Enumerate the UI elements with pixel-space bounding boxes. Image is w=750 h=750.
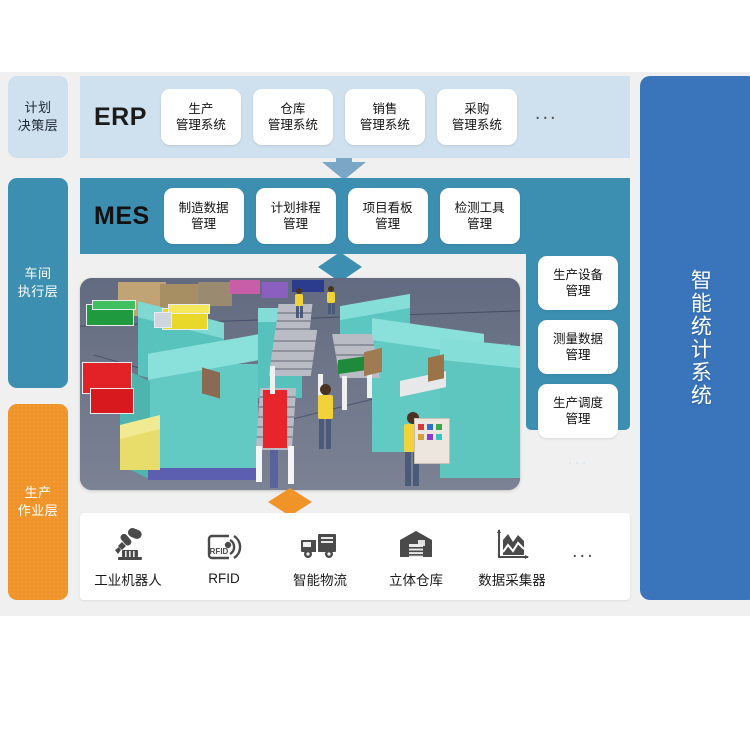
chart-data-icon — [492, 525, 532, 565]
mes-side-more-ellipsis[interactable]: ... — [526, 448, 630, 469]
layer-production-operation[interactable]: 生产 作业层 — [8, 404, 68, 600]
mes-module-production-equipment-line1: 生产设备 — [552, 267, 603, 282]
scene-conveyor-leg — [342, 376, 347, 410]
erp-module-sales-line2: 管理系统 — [359, 118, 410, 132]
scene-crate-gray — [154, 312, 172, 328]
mes-module-project-kanban-line2: 管理 — [375, 217, 401, 231]
device-stereo-warehouse[interactable]: 立体仓库 — [368, 525, 464, 589]
scene-crate-yellow — [168, 304, 210, 314]
device-rfid-label: RFID — [208, 571, 240, 586]
warehouse-icon — [396, 525, 436, 565]
factory-3d-scene — [80, 278, 520, 490]
scene-conveyor-leg — [256, 446, 262, 482]
mes-module-manufacturing-data-line1: 制造数据 — [178, 200, 229, 215]
mes-module-manufacturing-data-line2: 管理 — [191, 217, 217, 231]
device-industrial-robot[interactable]: 工业机器人 — [80, 525, 176, 589]
scene-panel-button — [418, 434, 424, 440]
erp-more-ellipsis[interactable]: ... — [535, 103, 558, 131]
erp-module-production[interactable]: 生产 管理系统 — [160, 89, 241, 145]
layer-plan-line1: 计划 — [24, 100, 52, 116]
erp-module-production-line1: 生产 — [188, 101, 214, 116]
mes-module-inspection-tools-line2: 管理 — [467, 217, 493, 231]
arrow-scene-devices — [268, 488, 312, 516]
scene-red-product — [263, 390, 287, 448]
mes-module-planning-scheduling[interactable]: 计划排程 管理 — [255, 188, 336, 244]
device-data-collector-label: 数据采集器 — [478, 572, 546, 588]
device-data-collector[interactable]: 数据采集器 — [464, 525, 560, 589]
mes-title: MES — [94, 201, 150, 230]
erp-module-warehouse-line1: 仓库 — [280, 101, 306, 116]
device-smart-logistics-label: 智能物流 — [293, 572, 347, 588]
mes-module-inspection-tools-line1: 检测工具 — [454, 200, 505, 215]
mes-module-planning-scheduling-line1: 计划排程 — [270, 200, 321, 215]
mes-module-project-kanban[interactable]: 项目看板 管理 — [347, 188, 428, 244]
mes-module-measurement-data[interactable]: 测量数据 管理 — [538, 320, 618, 374]
scene-crate-green — [92, 300, 136, 310]
layer-shop-line2: 执行层 — [17, 284, 59, 299]
mes-module-planning-scheduling-line2: 管理 — [283, 217, 309, 231]
scene-panel-button — [427, 424, 433, 430]
mes-module-measurement-data-line2: 管理 — [565, 348, 591, 362]
mes-module-measurement-data-line1: 测量数据 — [552, 331, 603, 346]
scene-panel-button — [436, 424, 442, 430]
mes-module-inspection-tools[interactable]: 检测工具 管理 — [439, 188, 520, 244]
scene-worker-far — [326, 286, 336, 314]
scene-wall-poster — [428, 354, 444, 382]
layer-plan-line2: 决策层 — [17, 118, 59, 133]
mes-side-column: 生产设备 管理 测量数据 管理 生产调度 管理 ... — [526, 178, 630, 468]
scene-panel-button — [436, 434, 442, 440]
delivery-truck-icon — [298, 525, 342, 565]
layer-prod-line1: 生产 — [24, 485, 52, 501]
scene-conveyor-mid — [268, 330, 318, 376]
scene-crate-red — [90, 388, 134, 414]
erp-module-warehouse[interactable]: 仓库 管理系统 — [252, 89, 333, 145]
layer-shop-line1: 车间 — [24, 266, 52, 282]
device-smart-logistics[interactable]: 智能物流 — [272, 525, 368, 589]
scene-conveyor-leg — [270, 366, 275, 394]
intelligent-statistics-label: 智能统计系统 — [688, 269, 712, 407]
mes-module-production-dispatch-line1: 生产调度 — [552, 395, 603, 410]
mes-module-manufacturing-data[interactable]: 制造数据 管理 — [163, 188, 244, 244]
erp-module-sales-line1: 销售 — [372, 101, 398, 116]
intelligent-statistics-panel[interactable]: 智能统计系统 — [640, 76, 750, 600]
device-industrial-robot-label: 工业机器人 — [94, 572, 162, 588]
erp-module-purchasing-line2: 管理系统 — [451, 118, 502, 132]
scene-worker-far — [294, 288, 304, 318]
mes-module-production-dispatch[interactable]: 生产调度 管理 — [538, 384, 618, 438]
layer-shop-execution[interactable]: 车间 执行层 — [8, 178, 68, 388]
erp-module-sales[interactable]: 销售 管理系统 — [344, 89, 425, 145]
erp-title: ERP — [94, 102, 147, 131]
erp-band: ERP 生产 管理系统 仓库 管理系统 销售 管理系统 采购 管理系统 ... — [80, 76, 630, 158]
rfid-tag-icon: RFID — [204, 527, 244, 567]
mes-module-production-equipment-line2: 管理 — [565, 284, 591, 298]
mes-module-production-dispatch-line2: 管理 — [565, 412, 591, 426]
arrow-erp-mes — [322, 158, 366, 180]
erp-module-production-line2: 管理系统 — [175, 118, 226, 132]
layer-prod-line2: 作业层 — [17, 503, 59, 518]
device-more-ellipsis[interactable]: ... — [572, 540, 595, 573]
mes-module-production-equipment[interactable]: 生产设备 管理 — [538, 256, 618, 310]
erp-module-purchasing-line1: 采购 — [464, 101, 490, 116]
scene-worker-center — [316, 384, 334, 450]
erp-module-purchasing[interactable]: 采购 管理系统 — [436, 89, 517, 145]
robot-arm-icon — [108, 525, 148, 565]
scene-conveyor-leg — [288, 446, 294, 484]
erp-module-warehouse-line2: 管理系统 — [267, 118, 318, 132]
layer-plan-decision[interactable]: 计划 决策层 — [8, 76, 68, 158]
device-panel: 工业机器人 RFID RFID 智能物流 立体仓库 数据采集器 ... — [80, 513, 630, 600]
mes-module-project-kanban-line1: 项目看板 — [362, 200, 413, 215]
scene-wall-poster — [364, 347, 382, 377]
device-stereo-warehouse-label: 立体仓库 — [389, 572, 443, 588]
scene-panel-button — [427, 434, 433, 440]
svg-text:RFID: RFID — [210, 547, 229, 556]
diagram-root: 计划 决策层 车间 执行层 生产 作业层 ERP 生产 管理系统 仓库 管理系统 — [0, 0, 750, 750]
scene-wall-poster — [202, 367, 220, 399]
device-rfid[interactable]: RFID RFID — [176, 527, 272, 586]
scene-panel-button — [418, 424, 424, 430]
